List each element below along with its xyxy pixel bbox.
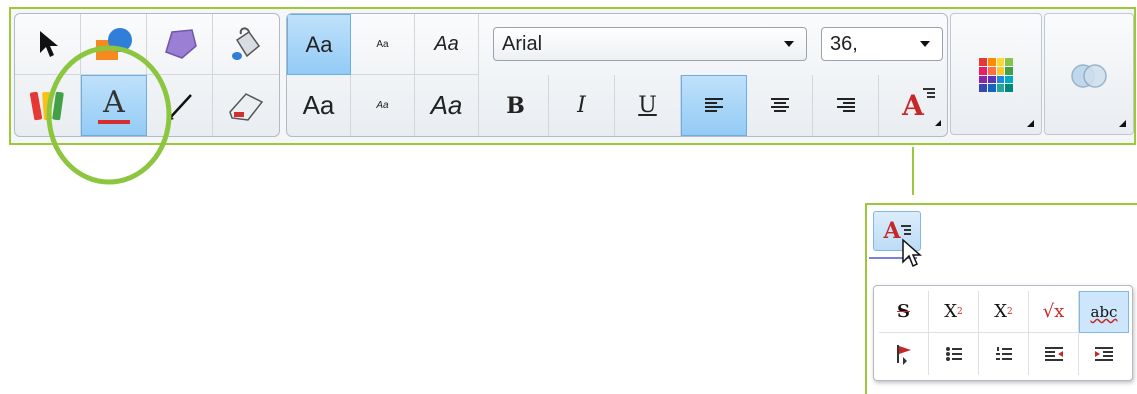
color-palette-button[interactable] [950, 13, 1042, 135]
align-right-icon [836, 97, 855, 112]
color-swatch [987, 75, 996, 84]
color-swatch [987, 66, 996, 75]
color-swatch [996, 84, 1005, 92]
superscript-button[interactable]: X2 [979, 291, 1029, 333]
subscript-button[interactable]: X2 [929, 291, 979, 333]
style-preset-2-label: Aa [376, 38, 389, 50]
chevron-down-icon [784, 41, 794, 47]
underline-label: U [638, 93, 657, 118]
align-left-icon [705, 97, 723, 112]
style-preset-3[interactable]: Aa [415, 14, 479, 75]
style-preset-5[interactable]: Aa [351, 75, 415, 136]
strikethrough-button[interactable]: S [879, 291, 929, 333]
italic-button[interactable]: I [549, 75, 615, 136]
text-options-menu: S X2 X2 √x abc [873, 285, 1133, 381]
text-options-glyph: A [902, 89, 924, 122]
font-family-select[interactable]: Arial [493, 27, 807, 61]
color-swatch [979, 75, 987, 84]
font-size-select[interactable]: 36, [821, 27, 943, 61]
color-swatch [979, 66, 987, 75]
bold-label: B [506, 92, 525, 119]
color-swatch [996, 66, 1005, 75]
mouse-pointer-icon [902, 238, 922, 268]
tool-eraser-button[interactable] [213, 75, 279, 136]
style-preset-5-label: Aa [376, 100, 389, 111]
paint-bucket-icon [232, 27, 261, 60]
color-swatch [1005, 84, 1013, 92]
transparency-circles-icon [1071, 64, 1107, 88]
style-preset-1[interactable]: Aa [287, 14, 351, 75]
color-grid-icon [979, 58, 1013, 92]
superscript-label: X [994, 301, 1008, 322]
dropdown-corner-icon [1119, 120, 1126, 127]
color-swatch [979, 84, 987, 92]
callout-connector-line [912, 147, 914, 195]
color-swatch [1005, 66, 1013, 75]
italic-label: I [577, 93, 586, 118]
subscript-label: X [944, 301, 958, 322]
style-preset-1-label: Aa [305, 31, 333, 57]
text-direction-button[interactable] [879, 333, 929, 375]
color-swatch [987, 84, 996, 92]
spell-check-label: abc [1090, 303, 1118, 321]
color-swatch [979, 58, 987, 66]
list-lines-icon [900, 225, 911, 235]
style-preset-6-label: Aa [430, 90, 463, 120]
flag-icon [896, 345, 911, 365]
underline-button[interactable]: U [615, 75, 681, 136]
bullets-button[interactable] [929, 333, 979, 375]
style-preset-3-label: Aa [434, 32, 459, 55]
dropdown-corner-icon [935, 120, 941, 126]
equation-button[interactable]: √x [1029, 291, 1079, 333]
strikethrough-label: S [897, 301, 910, 322]
text-properties-panel: Aa Aa Aa Arial 36, Aa Aa Aa B I U A [286, 13, 948, 137]
tool-fill-button[interactable] [213, 14, 279, 75]
bold-button[interactable]: B [483, 75, 549, 136]
text-options-button[interactable]: A [879, 75, 947, 136]
font-size-value: 36, [830, 32, 858, 55]
align-center-icon [770, 97, 789, 112]
font-family-value: Arial [502, 32, 543, 55]
style-preset-6[interactable]: Aa [415, 75, 479, 136]
align-center-button[interactable] [747, 75, 813, 136]
list-lines-icon [923, 88, 936, 98]
text-options-icon: A [902, 88, 936, 122]
transparency-button[interactable] [1044, 13, 1134, 135]
align-left-button[interactable] [681, 75, 747, 136]
color-swatch [1005, 75, 1013, 84]
style-preset-4[interactable]: Aa [287, 75, 351, 136]
color-swatch [1005, 58, 1013, 66]
color-swatch [987, 58, 996, 66]
decrease-indent-button[interactable] [1029, 333, 1079, 375]
style-preset-2[interactable]: Aa [351, 14, 415, 75]
eraser-icon [229, 92, 264, 121]
outdent-icon [1044, 347, 1063, 361]
numbering-button[interactable] [979, 333, 1029, 375]
numbered-list-icon [995, 347, 1012, 360]
superscript-mark: 2 [1007, 306, 1013, 317]
dropdown-corner-icon [1027, 120, 1034, 127]
increase-indent-button[interactable] [1079, 333, 1129, 375]
color-swatch [996, 75, 1005, 84]
chevron-down-icon [920, 41, 930, 47]
text-tool-highlight-circle [46, 45, 172, 185]
text-options-anchor-glyph: A [883, 218, 901, 244]
bullet-list-icon [945, 347, 962, 361]
equation-label: √x [1042, 301, 1065, 322]
spell-check-button[interactable]: abc [1079, 291, 1129, 333]
indent-icon [1095, 347, 1113, 361]
color-swatch [996, 58, 1005, 66]
subscript-mark: 2 [957, 306, 963, 317]
align-right-button[interactable] [813, 75, 879, 136]
style-preset-4-label: Aa [302, 90, 335, 120]
